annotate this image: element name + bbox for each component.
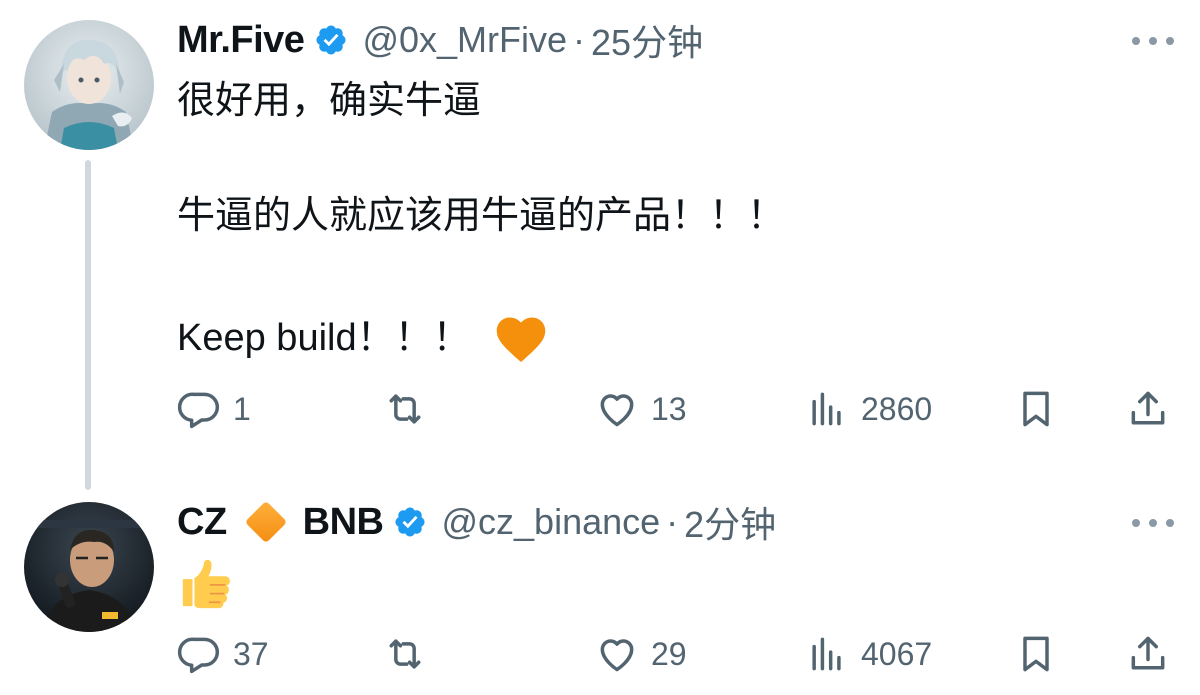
verified-badge-icon[interactable]: [393, 505, 427, 539]
share-icon: [1131, 636, 1165, 670]
reply-button[interactable]: 37: [177, 629, 269, 679]
like-button[interactable]: 13: [595, 384, 687, 434]
verified-badge-icon[interactable]: [314, 23, 348, 57]
reply-count: 37: [233, 635, 269, 672]
bookmark-button[interactable]: [1014, 384, 1058, 434]
retweet-icon: [389, 394, 421, 424]
tweet-line-3-text: Keep build！！！: [177, 317, 471, 359]
bookmark-icon: [1023, 636, 1049, 672]
user-handle[interactable]: @0x_MrFive: [362, 19, 567, 61]
thumbs-up-emoji-icon: [177, 554, 235, 610]
more-options-icon[interactable]: [1132, 35, 1174, 47]
views-button[interactable]: 4067: [805, 629, 932, 679]
retweet-button[interactable]: [383, 629, 439, 679]
timestamp[interactable]: 25分钟: [591, 14, 703, 66]
tweet-header: Mr.Five @0x_MrFive · 25分钟: [177, 18, 703, 64]
separator-dot: ·: [666, 501, 679, 542]
thread-connector-line: [85, 160, 91, 490]
reply-icon: [177, 637, 220, 674]
bookmark-icon: [1023, 391, 1049, 427]
tweet-header: CZ BNB @cz_binance · 2分钟: [177, 500, 776, 546]
more-options-icon[interactable]: [1132, 517, 1174, 529]
like-button[interactable]: 29: [595, 629, 687, 679]
reply-icon: [177, 392, 220, 429]
views-chart-icon: [812, 392, 841, 426]
user-handle[interactable]: @cz_binance: [441, 501, 660, 543]
tweet-actions: 37 29 4067: [177, 629, 1177, 679]
share-button[interactable]: [1126, 629, 1170, 679]
tweet-actions: 1 13 2860: [177, 384, 1177, 434]
bookmark-button[interactable]: [1014, 629, 1058, 679]
bnb-diamond-icon: [244, 500, 287, 544]
views-count: 2860: [861, 390, 933, 427]
tweet-line-1: 很好用，确实牛逼: [177, 80, 482, 122]
reply-button[interactable]: 1: [177, 384, 251, 434]
tweet-line-2: 牛逼的人就应该用牛逼的产品！！！: [177, 195, 786, 237]
share-icon: [1131, 391, 1165, 425]
heart-icon: [600, 394, 634, 427]
like-count: 29: [651, 635, 687, 672]
display-name[interactable]: Mr.Five: [177, 19, 305, 62]
timestamp[interactable]: 2分钟: [684, 496, 776, 548]
views-button[interactable]: 2860: [805, 384, 932, 434]
views-count: 4067: [861, 635, 933, 672]
retweet-icon: [389, 639, 421, 669]
retweet-button[interactable]: [383, 384, 439, 434]
avatar[interactable]: [24, 502, 154, 632]
share-button[interactable]: [1126, 384, 1170, 434]
reply-count: 1: [233, 390, 251, 427]
like-count: 13: [651, 390, 687, 427]
heart-icon: [600, 639, 634, 672]
tweet-line-3: Keep build！！！: [177, 312, 549, 364]
orange-heart-icon: [496, 317, 545, 363]
views-chart-icon: [812, 637, 841, 671]
separator-dot: ·: [573, 19, 586, 60]
display-name-suffix[interactable]: BNB: [303, 501, 384, 544]
avatar[interactable]: [24, 20, 154, 150]
display-name[interactable]: CZ: [177, 501, 227, 544]
